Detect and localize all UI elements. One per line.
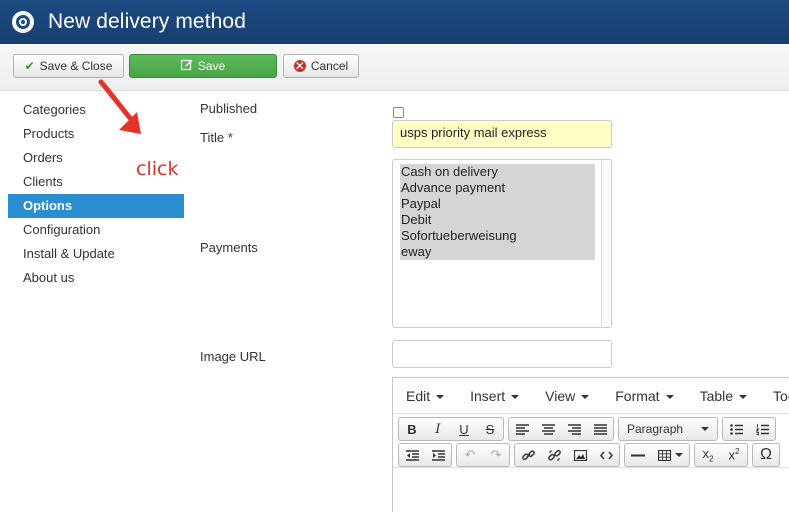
payment-option[interactable]: Paypal bbox=[400, 196, 595, 212]
page-title: New delivery method bbox=[48, 10, 246, 33]
special-character-icon[interactable]: Ω bbox=[753, 444, 779, 466]
payments-label: Payments bbox=[200, 240, 258, 255]
annotation-arrow-icon bbox=[98, 79, 141, 134]
save-close-button[interactable]: ✔ Save & Close bbox=[13, 54, 124, 78]
link-icon[interactable] bbox=[515, 444, 541, 466]
undo-icon[interactable]: ↶ bbox=[457, 444, 483, 466]
menu-view[interactable]: View bbox=[532, 388, 602, 404]
sidebar-item-install-update[interactable]: Install & Update bbox=[8, 242, 184, 266]
image-icon[interactable] bbox=[567, 444, 593, 466]
strikethrough-icon[interactable]: S bbox=[477, 418, 503, 440]
code-icon[interactable] bbox=[593, 444, 619, 466]
align-right-icon[interactable] bbox=[561, 418, 587, 440]
cancel-icon: ✕ bbox=[293, 59, 306, 73]
editor-toolbar-row-2: ↶ ↷ x2 x2 Ω bbox=[398, 443, 784, 467]
menu-format[interactable]: Format bbox=[602, 388, 686, 404]
superscript-icon[interactable]: x2 bbox=[721, 444, 747, 466]
italic-icon[interactable]: I bbox=[425, 418, 451, 440]
payments-multiselect[interactable]: Cash on delivery Advance payment Paypal … bbox=[392, 159, 612, 328]
checkmark-icon: ✔ bbox=[24, 59, 35, 73]
sidebar-item-options[interactable]: Options bbox=[8, 194, 184, 218]
save-button[interactable]: Save bbox=[129, 54, 277, 78]
menu-edit[interactable]: Edit bbox=[393, 388, 457, 404]
sidebar-item-about-us[interactable]: About us bbox=[8, 266, 184, 290]
menu-tools[interactable]: Too bbox=[760, 388, 789, 404]
format-select[interactable]: Paragraph bbox=[619, 418, 717, 440]
subscript-icon[interactable]: x2 bbox=[695, 444, 721, 466]
editor-menubar: Edit Insert View Format Table Too bbox=[393, 378, 789, 414]
outdent-icon[interactable] bbox=[399, 444, 425, 466]
image-url-label: Image URL bbox=[200, 349, 266, 364]
menu-insert[interactable]: Insert bbox=[457, 388, 532, 404]
indent-icon[interactable] bbox=[425, 444, 451, 466]
save-label: Save bbox=[197, 59, 226, 73]
bold-icon[interactable]: B bbox=[399, 418, 425, 440]
editor-content-area[interactable] bbox=[393, 467, 789, 512]
bullet-list-icon[interactable] bbox=[723, 418, 749, 440]
cancel-label: Cancel bbox=[310, 59, 349, 73]
published-label: Published bbox=[200, 101, 258, 116]
payment-option[interactable]: Cash on delivery bbox=[400, 164, 595, 180]
listbox-scrollbar[interactable] bbox=[601, 160, 611, 327]
save-close-label: Save & Close bbox=[39, 59, 113, 73]
table-icon[interactable] bbox=[651, 444, 689, 466]
payment-option[interactable]: Sofortueberweisung bbox=[400, 228, 595, 244]
edit-icon bbox=[180, 59, 193, 74]
payment-option[interactable]: Advance payment bbox=[400, 180, 595, 196]
align-left-icon[interactable] bbox=[509, 418, 535, 440]
title-label: Title * bbox=[200, 130, 233, 145]
underline-icon[interactable]: U bbox=[451, 418, 477, 440]
rich-text-editor: Edit Insert View Format Table Too B I U … bbox=[392, 377, 789, 512]
joomla-logo-icon bbox=[12, 11, 34, 33]
cancel-button[interactable]: ✕ Cancel bbox=[283, 54, 359, 78]
align-justify-icon[interactable] bbox=[587, 418, 613, 440]
app-header: New delivery method bbox=[0, 0, 789, 44]
title-input[interactable]: usps priority mail express bbox=[392, 120, 612, 148]
numbered-list-icon[interactable] bbox=[749, 418, 775, 440]
unlink-icon[interactable] bbox=[541, 444, 567, 466]
annotation-click-text: click bbox=[136, 158, 179, 180]
published-checkbox[interactable] bbox=[393, 107, 404, 118]
redo-icon[interactable]: ↷ bbox=[483, 444, 509, 466]
editor-toolbar-row-1: B I U S Paragraph bbox=[398, 417, 780, 441]
align-center-icon[interactable] bbox=[535, 418, 561, 440]
sidebar-item-configuration[interactable]: Configuration bbox=[8, 218, 184, 242]
payment-option[interactable]: eway bbox=[400, 244, 595, 260]
menu-table[interactable]: Table bbox=[687, 388, 760, 404]
horizontal-rule-icon[interactable] bbox=[625, 444, 651, 466]
payment-option[interactable]: Debit bbox=[400, 212, 595, 228]
image-url-input[interactable] bbox=[392, 340, 612, 368]
